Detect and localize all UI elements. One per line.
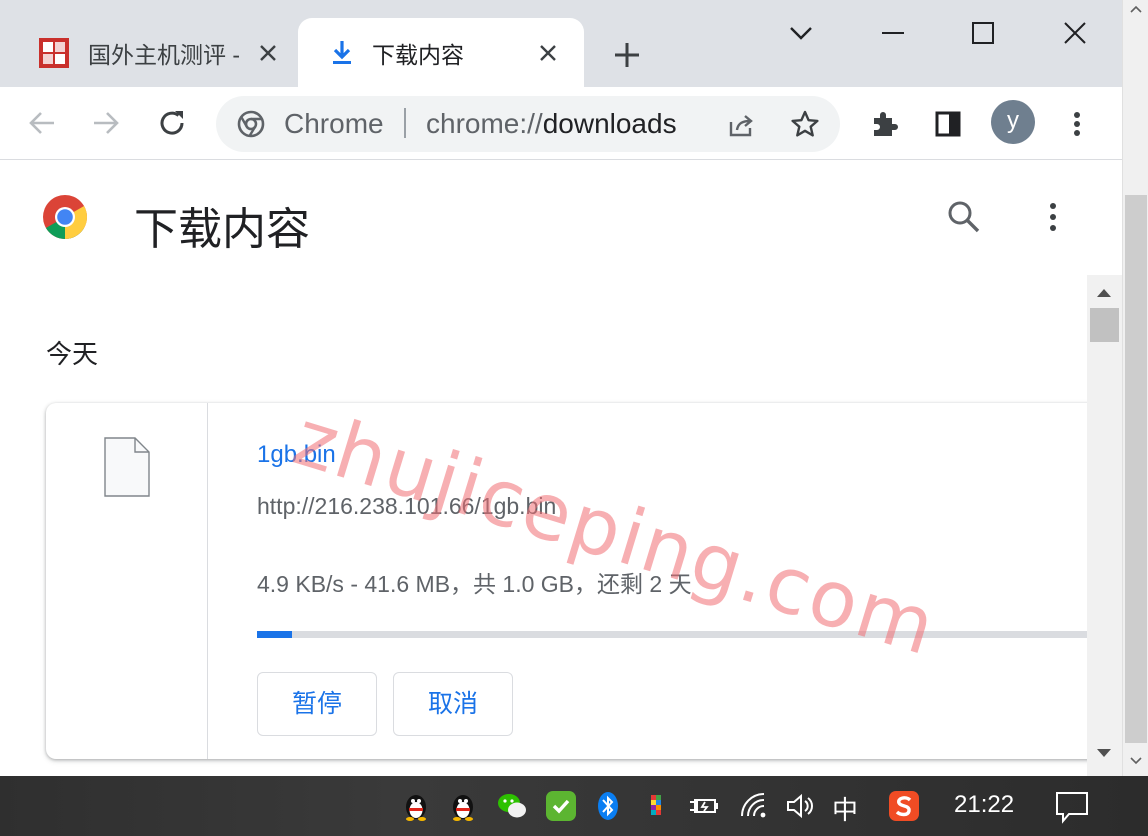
tab-strip: 国外主机测评 - 下载内容 bbox=[0, 0, 1122, 87]
new-tab-plus-icon[interactable] bbox=[612, 40, 642, 70]
downloads-page: 下载内容 今天 1gb.bin http://216.238.101.66/1g… bbox=[0, 161, 1122, 776]
more-vert-icon[interactable] bbox=[1040, 199, 1066, 235]
ime-indicator[interactable]: 中 bbox=[832, 790, 858, 827]
file-icon bbox=[104, 437, 150, 497]
page-scrollbar[interactable] bbox=[1087, 275, 1122, 776]
forward-arrow-icon[interactable] bbox=[90, 107, 122, 139]
windows-taskbar: 中 21:22 bbox=[0, 776, 1148, 836]
page-title: 下载内容 bbox=[134, 205, 310, 254]
tab-title: 国外主机测评 - bbox=[88, 41, 241, 68]
file-icon-column bbox=[46, 403, 208, 759]
scroll-up-arrow-icon[interactable] bbox=[1095, 285, 1113, 299]
reload-icon[interactable] bbox=[156, 107, 188, 139]
scroll-down-arrow-icon[interactable] bbox=[1095, 747, 1113, 761]
search-icon[interactable] bbox=[946, 199, 982, 235]
download-progress-fill bbox=[257, 631, 292, 638]
window-scrollbar[interactable] bbox=[1122, 0, 1148, 776]
omnibox-separator bbox=[404, 108, 406, 138]
bookmark-star-icon[interactable] bbox=[790, 109, 820, 139]
downloads-header: 下载内容 bbox=[0, 161, 1122, 273]
minimize-icon[interactable] bbox=[878, 18, 908, 48]
download-progress-bar bbox=[257, 631, 1106, 638]
omnibox-chip: Chrome bbox=[284, 108, 384, 139]
color-grid-app-icon[interactable] bbox=[640, 790, 672, 822]
volume-speaker-icon[interactable] bbox=[784, 790, 816, 822]
url-scheme: chrome:// bbox=[426, 108, 543, 139]
side-panel-icon[interactable] bbox=[932, 108, 964, 140]
security-shield-icon[interactable] bbox=[545, 790, 577, 822]
address-bar[interactable]: Chrome chrome://downloads bbox=[216, 96, 840, 152]
chrome-logo-icon bbox=[43, 195, 87, 239]
zhujiceping-favicon-icon bbox=[39, 37, 69, 68]
wifi-icon[interactable] bbox=[738, 790, 770, 822]
tab-search-chevron-icon[interactable] bbox=[786, 18, 816, 48]
browser-window: 国外主机测评 - 下载内容 Chrome chrome://downloads … bbox=[0, 0, 1148, 836]
omnibox-url[interactable]: chrome://downloads bbox=[426, 108, 677, 140]
close-icon[interactable] bbox=[256, 41, 280, 65]
source-url-link[interactable]: http://216.238.101.66/1gb.bin bbox=[257, 493, 556, 520]
date-section-header: 今天 bbox=[46, 339, 99, 369]
tab-downloads[interactable]: 下载内容 bbox=[298, 18, 584, 87]
scroll-down-arrow-icon[interactable] bbox=[1129, 756, 1143, 766]
sogou-input-icon[interactable] bbox=[888, 790, 920, 822]
scroll-up-arrow-icon[interactable] bbox=[1129, 4, 1143, 14]
wechat-icon[interactable] bbox=[496, 790, 528, 822]
tab-zhujiceping[interactable]: 国外主机测评 - bbox=[22, 18, 298, 87]
qq-penguin-icon[interactable] bbox=[447, 790, 479, 822]
download-icon bbox=[333, 40, 351, 64]
close-window-icon[interactable] bbox=[1060, 18, 1090, 48]
bluetooth-icon[interactable] bbox=[592, 790, 624, 822]
share-icon[interactable] bbox=[726, 110, 756, 140]
maximize-icon[interactable] bbox=[968, 18, 998, 48]
cancel-button[interactable]: 取消 bbox=[393, 672, 513, 736]
download-status: 4.9 KB/s - 41.6 MB，共 1.0 GB，还剩 2 天 bbox=[257, 571, 692, 597]
profile-avatar[interactable]: y bbox=[991, 100, 1035, 144]
taskbar-clock[interactable]: 21:22 bbox=[954, 791, 1014, 819]
page-scroll-thumb[interactable] bbox=[1090, 308, 1119, 342]
back-arrow-icon[interactable] bbox=[26, 107, 58, 139]
chrome-page-icon bbox=[237, 110, 265, 138]
browser-toolbar: Chrome chrome://downloads y bbox=[0, 87, 1122, 160]
url-host: downloads bbox=[542, 108, 677, 139]
download-item-card: 1gb.bin http://216.238.101.66/1gb.bin 4.… bbox=[46, 403, 1106, 759]
file-name-link[interactable]: 1gb.bin bbox=[257, 441, 336, 469]
notification-center-icon[interactable] bbox=[1055, 790, 1089, 824]
qq-penguin-icon[interactable] bbox=[400, 790, 432, 822]
extensions-puzzle-icon[interactable] bbox=[868, 108, 900, 140]
more-vert-icon[interactable] bbox=[1061, 108, 1093, 140]
window-scroll-thumb[interactable] bbox=[1125, 195, 1147, 743]
pause-button[interactable]: 暂停 bbox=[257, 672, 377, 736]
power-plug-battery-icon[interactable] bbox=[688, 790, 720, 822]
tab-title: 下载内容 bbox=[372, 41, 464, 68]
close-icon[interactable] bbox=[536, 41, 560, 65]
